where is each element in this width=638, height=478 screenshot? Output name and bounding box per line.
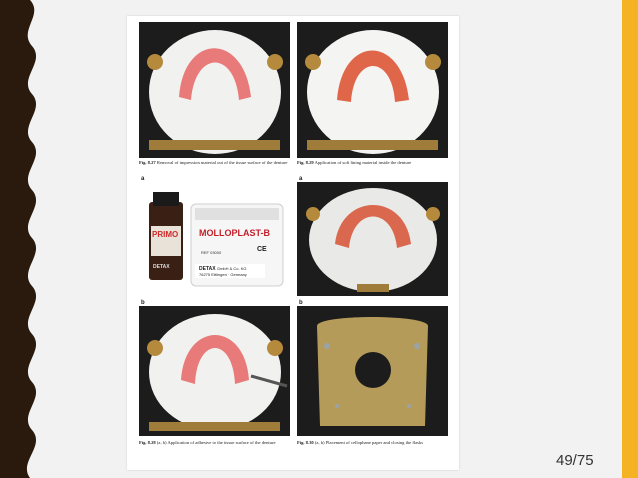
- fig829-text: Application of soft lining material insi…: [314, 160, 412, 165]
- fig829-caption: Fig. 8.29 Application of soft lining mat…: [297, 160, 448, 165]
- fig828-caption: Fig. 8.28 (a, b) Application of adhesive…: [139, 440, 290, 445]
- fig830-text: (a, b) Placement of cellophane paper and…: [314, 440, 424, 445]
- fig830b-photo: [297, 306, 448, 436]
- fig829-number: Fig. 8.29: [297, 160, 314, 165]
- molloplast-ce-mark: CE: [257, 246, 267, 253]
- fig828-text: (a, b) Application of adhesive to the ti…: [156, 440, 276, 445]
- fig830-number: Fig. 8.30: [297, 440, 314, 445]
- molloplast-ref: REF 03000: [201, 250, 222, 255]
- fig827-number: Fig. 8.27: [139, 160, 156, 165]
- fig828a-photo: PRIMO DETAX MOLLOPLAST-B REF 03000 CE DE…: [139, 182, 290, 296]
- fig830a-photo: [297, 182, 448, 296]
- fig827-caption: Fig. 8.27 Removal of impression material…: [139, 160, 290, 165]
- fig828b-photo: [139, 306, 290, 436]
- molloplast-company: GmbH & Co. KG: [216, 266, 247, 271]
- textbook-page: Fig. 8.27 Removal of impression material…: [127, 16, 459, 470]
- molloplast-maker: DETAX GmbH & Co. KG 76275 Ettlingen · Ge…: [199, 266, 247, 277]
- fig828-number: Fig. 8.28: [139, 440, 156, 445]
- molloplast-label: MOLLOPLAST-B: [199, 228, 270, 238]
- primo-label: PRIMO: [152, 230, 179, 239]
- fig829-photo: [297, 22, 448, 158]
- molloplast-address: 76275 Ettlingen · Germany: [199, 272, 247, 277]
- slide-page-number: 49/75: [556, 452, 594, 469]
- right-accent-bar: [622, 0, 638, 478]
- fig830-caption: Fig. 8.30 (a, b) Placement of cellophane…: [297, 440, 448, 445]
- fig827-photo: [139, 22, 290, 158]
- left-decorative-band: [0, 0, 37, 478]
- primo-maker: DETAX: [153, 264, 170, 270]
- fig827-text: Removal of impression material out of th…: [156, 160, 288, 165]
